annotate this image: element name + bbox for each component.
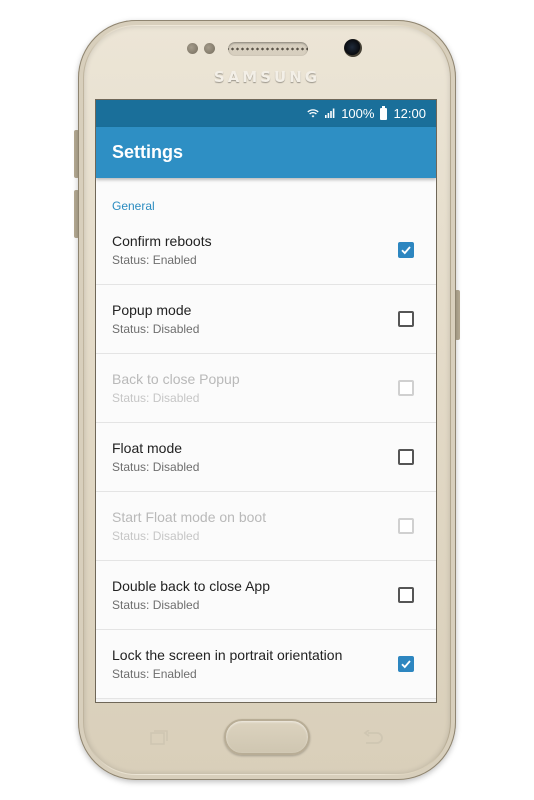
light-sensor xyxy=(204,43,215,54)
pref-title: Start Float mode on boot xyxy=(112,509,267,525)
float-mode-checkbox[interactable] xyxy=(398,449,414,465)
pref-status: Status: Disabled xyxy=(112,391,200,405)
pref-back-to-close-popup: Back to close Popup Status: Disabled xyxy=(96,354,436,423)
back-icon[interactable] xyxy=(362,730,384,746)
section-header-general: General xyxy=(112,199,155,213)
pref-status: Status: Disabled xyxy=(112,598,200,612)
pref-status: Status: Disabled xyxy=(112,322,200,336)
pref-title: Double back to close App xyxy=(112,578,270,594)
pref-double-back-to-close-app[interactable]: Double back to close App Status: Disable… xyxy=(96,561,436,630)
pref-confirm-reboots[interactable]: Confirm reboots Status: Enabled xyxy=(96,216,436,285)
earpiece-speaker xyxy=(228,42,308,56)
pref-status: Status: Disabled xyxy=(112,529,200,543)
home-button[interactable] xyxy=(224,719,310,755)
page-title: Settings xyxy=(112,142,184,162)
status-bar: 100% 12:00 xyxy=(96,100,436,127)
app-bar: Settings xyxy=(96,127,436,178)
wifi-icon xyxy=(307,106,319,121)
start-float-mode-on-boot-checkbox xyxy=(398,518,414,534)
recent-apps-icon[interactable] xyxy=(150,730,169,746)
pref-title: Lock the screen in portrait orientation xyxy=(112,647,343,663)
pref-float-mode[interactable]: Float mode Status: Disabled xyxy=(96,423,436,492)
lock-portrait-orientation-checkbox[interactable] xyxy=(398,656,414,672)
signal-icon xyxy=(325,106,335,121)
pref-start-float-mode-on-boot: Start Float mode on boot Status: Disable… xyxy=(96,492,436,561)
clock: 12:00 xyxy=(393,106,426,121)
back-to-close-popup-checkbox xyxy=(398,380,414,396)
double-back-to-close-app-checkbox[interactable] xyxy=(398,587,414,603)
popup-mode-checkbox[interactable] xyxy=(398,311,414,327)
pref-title: Back to close Popup xyxy=(112,371,240,387)
pref-title: Popup mode xyxy=(112,302,192,318)
confirm-reboots-checkbox[interactable] xyxy=(398,242,414,258)
proximity-sensor xyxy=(187,43,198,54)
settings-list: General Confirm reboots Status: Enabled … xyxy=(96,178,436,699)
pref-lock-portrait-orientation[interactable]: Lock the screen in portrait orientation … xyxy=(96,630,436,699)
battery-icon xyxy=(380,105,388,120)
pref-popup-mode[interactable]: Popup mode Status: Disabled xyxy=(96,285,436,354)
brand-logo: SAMSUNG xyxy=(213,68,321,86)
pref-title: Confirm reboots xyxy=(112,233,212,249)
pref-title: Float mode xyxy=(112,440,183,456)
battery-percent: 100% xyxy=(341,106,375,121)
front-camera xyxy=(344,39,362,57)
screen: 100% 12:00 Settings General Confirm rebo… xyxy=(95,99,437,703)
pref-status: Status: Disabled xyxy=(112,460,200,474)
pref-status: Status: Enabled xyxy=(112,253,197,267)
pref-status: Status: Enabled xyxy=(112,667,197,681)
